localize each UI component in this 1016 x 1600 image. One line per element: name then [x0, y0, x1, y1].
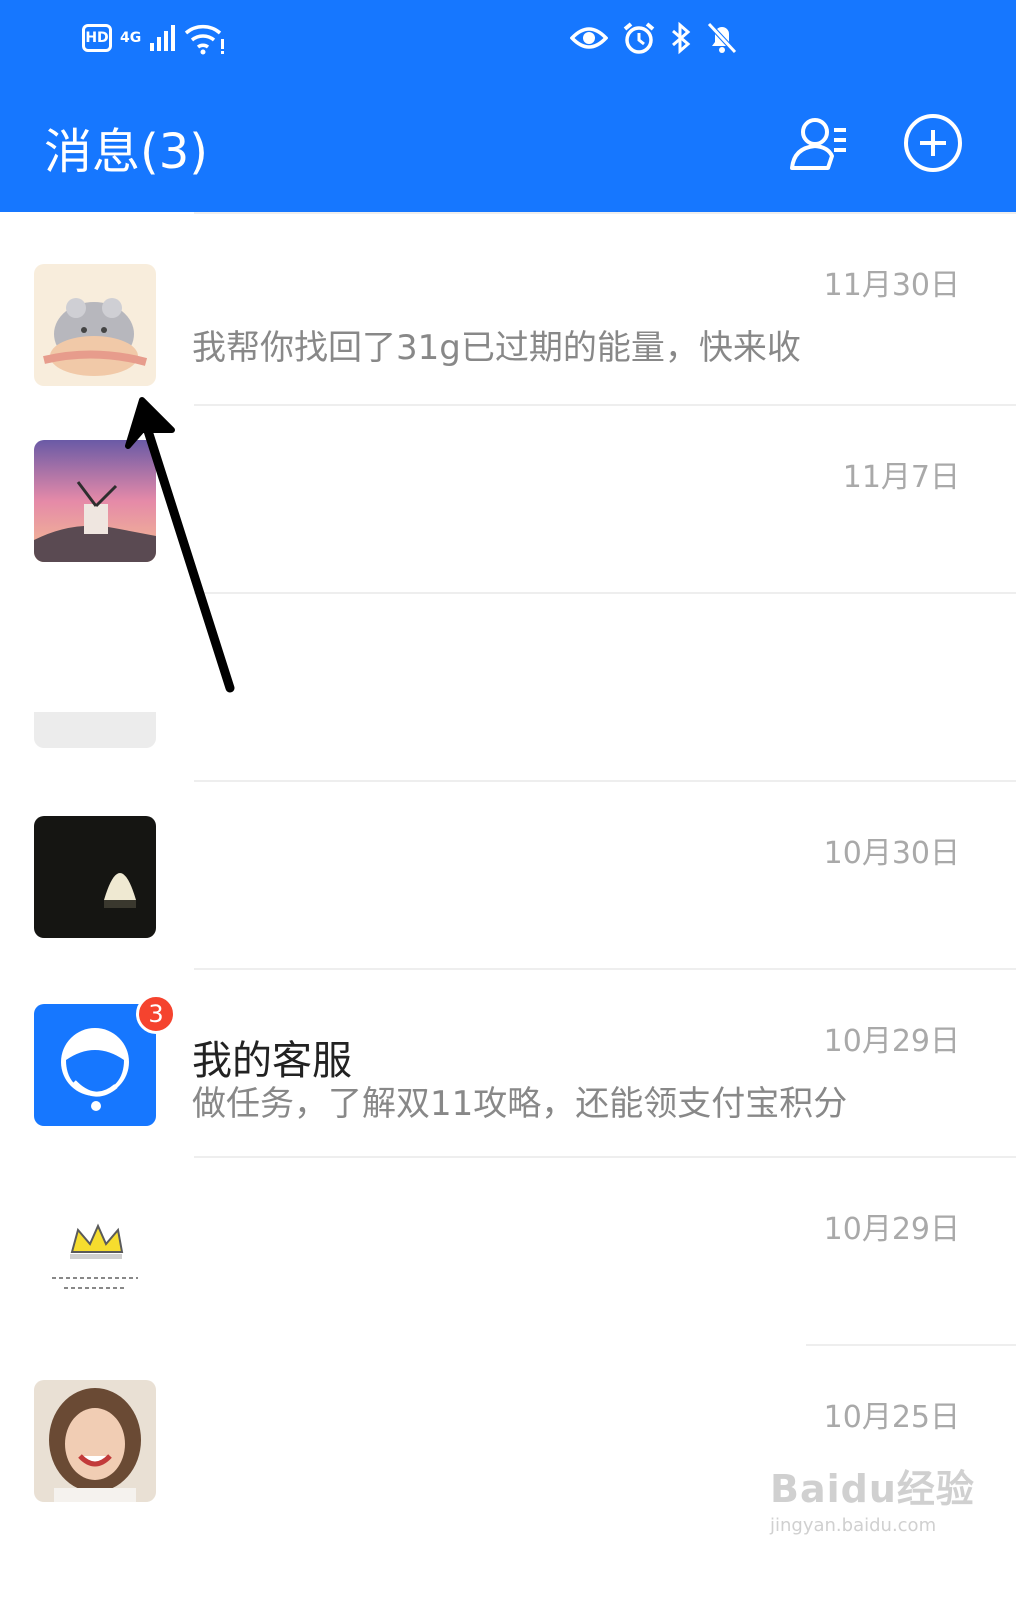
- hd-icon: HD: [82, 24, 112, 52]
- contacts-button[interactable]: [788, 112, 850, 174]
- message-preview: 我帮你找回了31g已过期的能量，快来收: [192, 328, 801, 368]
- message-date: 10月30日: [823, 836, 960, 871]
- message-item[interactable]: 10月30日: [0, 780, 1016, 970]
- watermark: Baidu经验 jingyan.baidu.com: [770, 1458, 975, 1536]
- dark-avatar[interactable]: [34, 816, 156, 938]
- wifi-icon: [185, 25, 225, 55]
- message-date: 11月7日: [842, 460, 960, 495]
- network-label: 4G: [120, 30, 142, 46]
- divider: [194, 592, 1016, 594]
- watermark-url: jingyan.baidu.com: [770, 1515, 937, 1536]
- unread-badge: 3: [136, 994, 176, 1034]
- message-item[interactable]: 11月30日 我帮你找回了31g已过期的能量，快来收: [0, 212, 1016, 402]
- message-date: 11月30日: [823, 268, 960, 303]
- divider: [194, 404, 1016, 406]
- divider: [194, 780, 1016, 782]
- mute-bell-icon: [707, 22, 737, 54]
- divider: [194, 212, 1016, 214]
- add-button[interactable]: [902, 112, 964, 174]
- message-item[interactable]: 11月7日: [0, 404, 1016, 594]
- message-date: 10月25日: [823, 1400, 960, 1435]
- hamster-avatar[interactable]: [34, 264, 156, 386]
- signal-icon: [150, 25, 176, 51]
- status-bar: HD 4G: [0, 0, 1016, 76]
- message-item[interactable]: 10月29日: [0, 1156, 1016, 1346]
- message-date: 10月29日: [823, 1212, 960, 1247]
- message-preview: 做任务，了解双11攻略，还能领支付宝积分: [192, 1084, 848, 1124]
- watermark-logo: Baidu经验: [770, 1467, 975, 1511]
- app-header: HD 4G 消息(3): [0, 0, 1016, 212]
- divider: [194, 968, 1016, 970]
- message-item[interactable]: [0, 592, 1016, 782]
- alarm-icon: [623, 22, 655, 54]
- divider: [806, 1344, 1016, 1346]
- woman-avatar[interactable]: [34, 1380, 156, 1502]
- crown-avatar[interactable]: [34, 1192, 156, 1314]
- eye-icon: [570, 27, 608, 49]
- message-date: 10月29日: [823, 1024, 960, 1059]
- plus-circle-icon: [904, 114, 962, 172]
- contacts-icon: [790, 118, 846, 170]
- gray-avatar[interactable]: [34, 712, 156, 748]
- bluetooth-icon: [672, 21, 691, 55]
- message-item[interactable]: 3 我的客服 10月29日 做任务，了解双11攻略，还能领支付宝积分: [0, 968, 1016, 1158]
- divider: [194, 1156, 1016, 1158]
- page-title: 消息(3): [44, 124, 208, 180]
- windmill-avatar[interactable]: [34, 440, 156, 562]
